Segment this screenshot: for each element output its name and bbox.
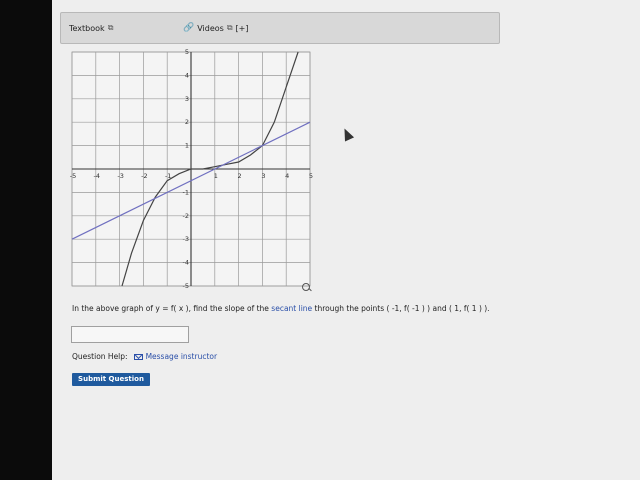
y-tick-label: -5 [183, 282, 189, 290]
y-tick-label: 5 [185, 48, 189, 56]
message-instructor-label: Message instructor [145, 352, 218, 361]
textbook-label: Textbook [69, 23, 105, 33]
secant-line-link[interactable]: secant line [271, 304, 312, 313]
answer-input[interactable] [71, 326, 189, 343]
y-tick-label: 3 [185, 95, 189, 103]
y-tick-label: -1 [183, 188, 189, 196]
y-tick-label: 2 [185, 118, 189, 126]
question-help-label: Question Help: [72, 352, 128, 361]
x-tick-label: -5 [70, 172, 76, 180]
submit-question-button[interactable]: Submit Question [72, 373, 150, 386]
external-link-icon: ⧉ [226, 23, 233, 32]
videos-label: Videos [197, 23, 224, 33]
message-instructor-link[interactable]: Message instructor [133, 352, 218, 361]
y-tick-label: 1 [185, 142, 189, 150]
paperclip-icon: 🔗 [183, 23, 195, 33]
x-tick-label: -4 [94, 172, 100, 180]
x-tick-label: 5 [309, 172, 313, 180]
textbook-link[interactable]: Textbook ⧉ [69, 23, 113, 33]
videos-expand[interactable]: [+] [236, 24, 249, 33]
videos-link[interactable]: 🔗 Videos ⧉ [+] [183, 23, 248, 33]
y-tick-label: -3 [183, 235, 189, 243]
x-tick-label: 1 [214, 172, 218, 180]
x-tick-label: 3 [261, 172, 265, 180]
x-tick-label: 4 [285, 172, 289, 180]
graph-svg: -5 -4 -3 -2 -1 1 2 3 4 5-5-4-3-2-112345 [70, 48, 313, 290]
zoom-icon[interactable] [302, 283, 310, 291]
x-tick-label: -2 [141, 172, 147, 180]
external-link-icon: ⧉ [107, 23, 114, 32]
y-tick-label: 4 [185, 71, 189, 79]
graph: -5 -4 -3 -2 -1 1 2 3 4 5 -5 -4 -3 -2 -1 1 2 3 4 5 [66, 48, 316, 294]
x-tick-label: -3 [117, 172, 123, 180]
question-text: In the above graph of y = f( x ), find t… [72, 304, 492, 314]
y-tick-label: -4 [183, 259, 189, 267]
y-tick-label: -2 [183, 212, 189, 220]
question-part2: through the points ( -1, f( -1 ) ) and (… [312, 304, 490, 313]
mouse-cursor [339, 126, 355, 142]
question-part1: In the above graph of y = f( x ), find t… [72, 304, 272, 313]
question-help: Question Help: Message instructor [72, 352, 217, 361]
resource-bar: Textbook ⧉ 🔗 Videos ⧉ [+] [60, 12, 500, 44]
mail-icon [133, 353, 143, 360]
screen: Textbook ⧉ 🔗 Videos ⧉ [+] -5 -4 -3 -2 -1 1 2 3 4… [52, 0, 640, 480]
x-tick-label: 2 [238, 172, 242, 180]
